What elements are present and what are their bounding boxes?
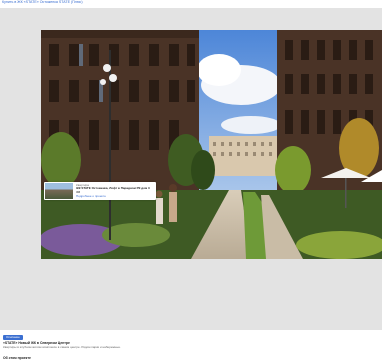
breadcrumb[interactable]: Купить в ЖК «STATE» Остоженка STATE (Плю…	[2, 0, 83, 5]
listing-link[interactable]: Подробнее о проекте	[76, 194, 150, 199]
listing-overlay-text: Квартира ЖК STATE Остоженка, Лофт в Пара…	[76, 183, 150, 199]
courtyard-render	[41, 30, 382, 259]
listing-overlay-card[interactable]: Квартира ЖК STATE Остоженка, Лофт в Пара…	[44, 182, 156, 200]
section-heading: Об этом проекте	[3, 356, 31, 360]
listing-thumbnail	[45, 183, 73, 199]
gallery-photo[interactable]	[41, 30, 382, 259]
photo-gallery: Квартира ЖК STATE Остоженка, Лофт в Пара…	[0, 8, 382, 330]
listing-footer: Описание «STATE» Новый ЖК в Северном Цен…	[0, 334, 382, 360]
listing-description: Квартиры в клубном жилом комплексе в сам…	[3, 345, 121, 349]
description-badge[interactable]: Описание	[3, 335, 23, 340]
